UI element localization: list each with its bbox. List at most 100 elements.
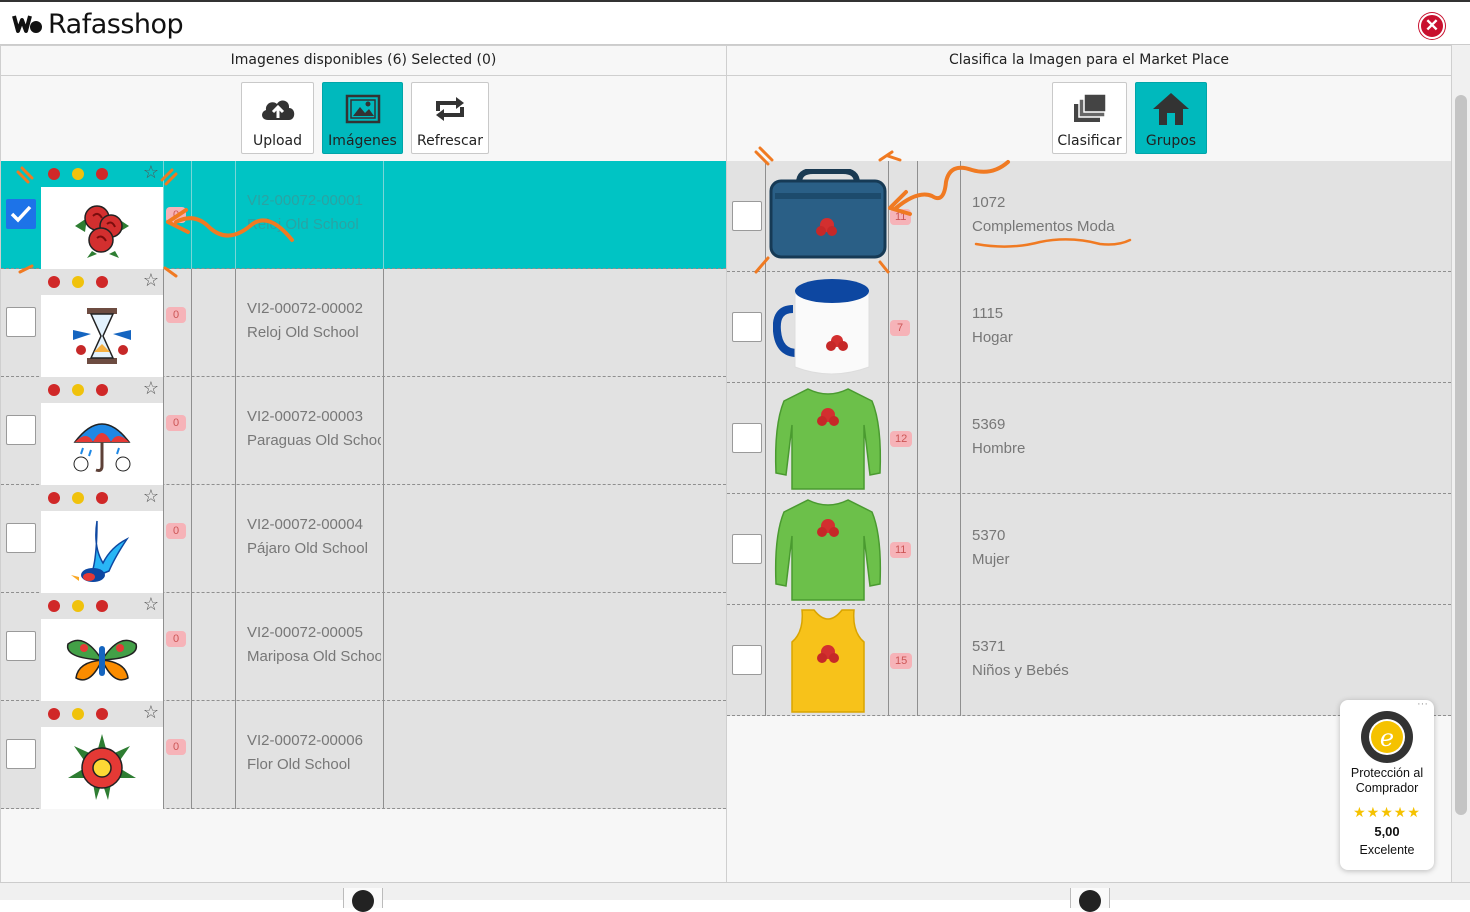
- yellow-dot-icon[interactable]: [72, 492, 84, 504]
- scrollbar-thumb[interactable]: [1455, 95, 1467, 815]
- row-count-badge: 0: [166, 415, 186, 431]
- red-dot-icon[interactable]: [96, 492, 108, 504]
- row-name: Reloj Old School: [247, 324, 359, 341]
- row-count-badge: 11: [890, 542, 912, 558]
- flower-tattoo-image: [41, 727, 163, 809]
- rose-tattoo-image: [41, 187, 163, 269]
- row-checkbox[interactable]: [6, 199, 36, 229]
- images-icon: [345, 94, 380, 124]
- row-checkbox[interactable]: [6, 739, 36, 769]
- category-name: Hogar: [972, 329, 1013, 346]
- red-dot-icon[interactable]: [96, 384, 108, 396]
- yellow-dot-icon[interactable]: [72, 600, 84, 612]
- groups-label: Grupos: [1145, 133, 1197, 149]
- image-row[interactable]: ☆ 0 VI2-00072-00005 Mariposa Old School: [1, 593, 726, 701]
- row-checkbox[interactable]: [732, 534, 762, 564]
- badge-more[interactable]: ···: [1417, 698, 1428, 710]
- red-dot-icon[interactable]: [96, 276, 108, 288]
- trust-badge[interactable]: ··· e Protección al Comprador ★★★★★ 5,00…: [1340, 698, 1434, 870]
- green-shirt-product-image: [768, 385, 888, 491]
- red-dot-icon[interactable]: [48, 708, 60, 720]
- category-row[interactable]: 11 1072 Complementos Moda: [727, 161, 1451, 272]
- svg-text:e: e: [1380, 724, 1394, 752]
- row-checkbox[interactable]: [6, 415, 36, 445]
- star-icon[interactable]: ☆: [143, 270, 159, 291]
- red-dot-icon[interactable]: [48, 168, 60, 180]
- images-button[interactable]: Imágenes: [322, 82, 403, 154]
- thumb-card: ☆: [41, 593, 163, 701]
- thumb-card: ☆: [41, 161, 163, 269]
- red-dot-icon[interactable]: [48, 384, 60, 396]
- row-checkbox[interactable]: [732, 201, 762, 231]
- row-count-badge: 11: [890, 209, 912, 225]
- image-row[interactable]: ☆ 0 VI2-00072-00004 Pájaro Old School: [1, 485, 726, 593]
- yellow-dot-icon[interactable]: [72, 168, 84, 180]
- row-checkbox[interactable]: [6, 523, 36, 553]
- star-icon[interactable]: ☆: [143, 378, 159, 399]
- image-row[interactable]: ☆ 0 VI2-00072-00002 Reloj Old School: [1, 269, 726, 377]
- star-icon[interactable]: ☆: [143, 162, 159, 183]
- row-checkbox[interactable]: [732, 312, 762, 342]
- category-row[interactable]: 7 1115 Hogar: [727, 272, 1451, 383]
- category-row[interactable]: 12 5369 Hombre: [727, 383, 1451, 494]
- red-dot-icon[interactable]: [96, 708, 108, 720]
- groups-button[interactable]: Grupos: [1135, 82, 1207, 154]
- thumb-card: ☆: [41, 377, 163, 485]
- umbrella-tattoo-image: [41, 403, 163, 485]
- red-dot-icon[interactable]: [48, 276, 60, 288]
- image-row[interactable]: ☆ 0 VI2-00072-00006 Flor Old School: [1, 701, 726, 809]
- row-name: Mariposa Old School: [247, 648, 381, 665]
- right-pager-button[interactable]: [1070, 888, 1110, 912]
- red-dot-icon[interactable]: [48, 600, 60, 612]
- butterfly-tattoo-image: [41, 619, 163, 701]
- row-checkbox[interactable]: [6, 307, 36, 337]
- title-bar: Rafasshop ✕: [0, 0, 1470, 45]
- row-checkbox[interactable]: [6, 631, 36, 661]
- image-row[interactable]: ☆ 0 VI2-00072-00001 Reloj Old School: [1, 161, 726, 269]
- trusted-shops-seal-icon: e: [1361, 711, 1413, 763]
- badge-line2: Comprador: [1355, 781, 1419, 795]
- right-panel-header: Clasifica la Imagen para el Market Place: [727, 46, 1451, 76]
- category-row[interactable]: 11 5370 Mujer: [727, 494, 1451, 605]
- red-dot-icon[interactable]: [48, 492, 60, 504]
- yellow-tank-product-image: [768, 607, 888, 715]
- upload-label: Upload: [252, 133, 303, 149]
- yellow-dot-icon[interactable]: [72, 276, 84, 288]
- refresh-button[interactable]: Refrescar: [411, 82, 489, 154]
- row-code: VI2-00072-00006: [247, 732, 363, 749]
- close-button[interactable]: ✕: [1419, 13, 1445, 39]
- thumb-card: ☆: [41, 485, 163, 593]
- row-count-badge: 0: [166, 307, 186, 323]
- category-row[interactable]: 15 5371 Niños y Bebés: [727, 605, 1451, 716]
- green-shirt-product-image: [768, 496, 888, 602]
- scrollbar[interactable]: [1452, 45, 1470, 883]
- image-row[interactable]: ☆ 0 VI2-00072-00003 Paraguas Old School: [1, 377, 726, 485]
- classify-button[interactable]: Clasificar: [1052, 82, 1127, 154]
- star-icon[interactable]: ☆: [143, 594, 159, 615]
- yellow-dot-icon[interactable]: [72, 708, 84, 720]
- category-id: 1115: [972, 305, 1004, 322]
- row-count-badge: 15: [890, 653, 913, 669]
- app-name: Rafasshop: [48, 8, 184, 40]
- row-checkbox[interactable]: [732, 645, 762, 675]
- row-count-badge: 0: [166, 207, 186, 223]
- hourglass-tattoo-image: [41, 295, 163, 377]
- category-name: Complementos Moda: [972, 218, 1115, 235]
- left-pager-button[interactable]: [343, 888, 383, 912]
- mug-product-image: [768, 274, 888, 380]
- upload-button[interactable]: Upload: [241, 82, 314, 154]
- row-name: Paraguas Old School: [247, 432, 381, 449]
- red-dot-icon[interactable]: [96, 600, 108, 612]
- category-id: 5371: [972, 638, 1006, 655]
- star-icon[interactable]: ☆: [143, 486, 159, 507]
- refresh-label: Refrescar: [416, 133, 484, 149]
- yellow-dot-icon[interactable]: [72, 384, 84, 396]
- red-dot-icon[interactable]: [96, 168, 108, 180]
- row-checkbox[interactable]: [732, 423, 762, 453]
- row-code: VI2-00072-00005: [247, 624, 363, 641]
- swallow-tattoo-image: [41, 511, 163, 593]
- row-count-badge: 0: [166, 739, 186, 755]
- star-icon[interactable]: ☆: [143, 702, 159, 723]
- row-name: Pájaro Old School: [247, 540, 368, 557]
- close-icon: ✕: [1424, 16, 1440, 35]
